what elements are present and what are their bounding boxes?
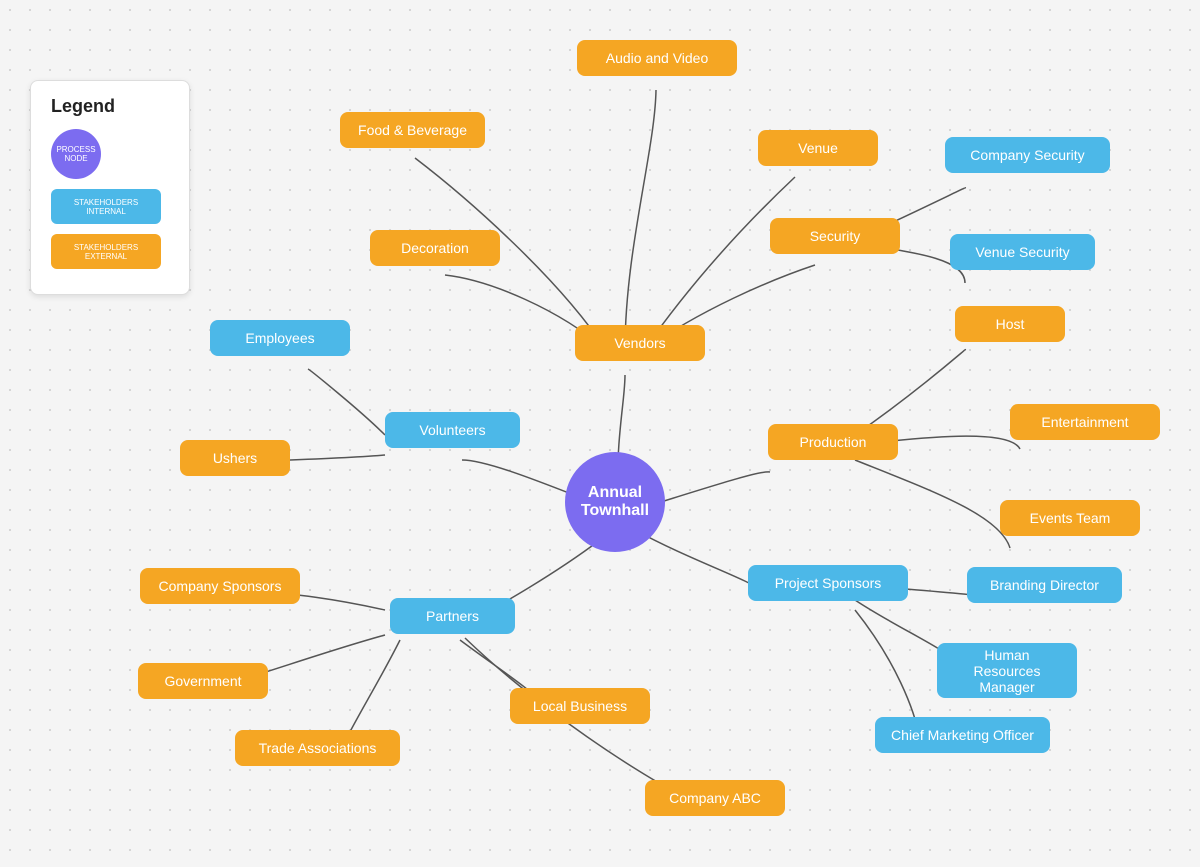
node-vendors[interactable]: Vendors: [575, 325, 705, 361]
legend-orange-item: STAKEHOLDERS EXTERNAL: [51, 234, 169, 269]
node-employees[interactable]: Employees: [210, 320, 350, 356]
node-decoration[interactable]: Decoration: [370, 230, 500, 266]
node-audio-video[interactable]: Audio and Video: [577, 40, 737, 76]
node-branding-director[interactable]: Branding Director: [967, 567, 1122, 603]
center-node[interactable]: Annual Townhall: [565, 452, 665, 552]
node-volunteers[interactable]: Volunteers: [385, 412, 520, 448]
node-partners[interactable]: Partners: [390, 598, 515, 634]
node-production[interactable]: Production: [768, 424, 898, 460]
legend-process-node: PROCESS NODE: [51, 129, 101, 179]
node-project-sponsors[interactable]: Project Sponsors: [748, 565, 908, 601]
node-food-beverage[interactable]: Food & Beverage: [340, 112, 485, 148]
node-hr-manager[interactable]: Human Resources Manager: [937, 643, 1077, 698]
legend: Legend PROCESS NODE STAKEHOLDERS INTERNA…: [30, 80, 190, 295]
legend-blue-item: STAKEHOLDERS INTERNAL: [51, 189, 169, 224]
node-events-team[interactable]: Events Team: [1000, 500, 1140, 536]
node-entertainment[interactable]: Entertainment: [1010, 404, 1160, 440]
node-local-business[interactable]: Local Business: [510, 688, 650, 724]
node-cmo[interactable]: Chief Marketing Officer: [875, 717, 1050, 753]
node-venue-security[interactable]: Venue Security: [950, 234, 1095, 270]
node-company-sponsors[interactable]: Company Sponsors: [140, 568, 300, 604]
legend-circle-item: PROCESS NODE: [51, 129, 169, 179]
legend-title: Legend: [51, 96, 169, 117]
node-trade-associations[interactable]: Trade Associations: [235, 730, 400, 766]
node-company-abc[interactable]: Company ABC: [645, 780, 785, 816]
node-host[interactable]: Host: [955, 306, 1065, 342]
node-security[interactable]: Security: [770, 218, 900, 254]
node-venue[interactable]: Venue: [758, 130, 878, 166]
node-company-security[interactable]: Company Security: [945, 137, 1110, 173]
legend-external-node: STAKEHOLDERS EXTERNAL: [51, 234, 161, 269]
node-government[interactable]: Government: [138, 663, 268, 699]
legend-internal-node: STAKEHOLDERS INTERNAL: [51, 189, 161, 224]
node-ushers[interactable]: Ushers: [180, 440, 290, 476]
